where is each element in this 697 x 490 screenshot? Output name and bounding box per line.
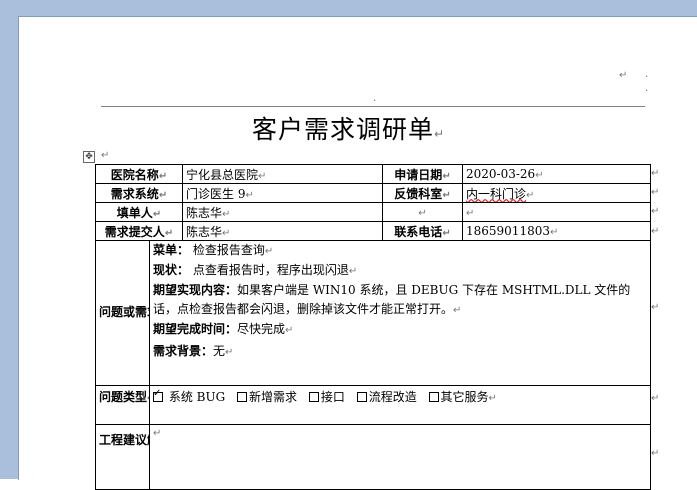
checkbox-icon[interactable] bbox=[356, 392, 367, 402]
header-para-mark-3: · bbox=[645, 86, 649, 97]
row-end-mark: ↵ bbox=[651, 448, 660, 459]
solution-content[interactable]: ↵ bbox=[149, 424, 651, 490]
table-row: 需求系统↵ 门诊医生 9↵ 反馈科室↵ 内一科门诊↵ bbox=[95, 183, 651, 203]
expect-line: 期望实现内容：如果客户端是 WIN10 系统，且 DEBUG 下存在 MSHTM… bbox=[153, 283, 631, 316]
checkbox-icon[interactable] bbox=[308, 392, 319, 402]
header-rule bbox=[101, 106, 645, 107]
document-title-text: 客户需求调研单 bbox=[251, 115, 434, 144]
phone-value[interactable]: 18659011803↵ bbox=[462, 221, 651, 241]
row-end-mark: ↵ bbox=[651, 393, 660, 404]
submitter-value[interactable]: 陈志华↵ bbox=[182, 221, 383, 241]
system-label: 需求系统↵ bbox=[95, 183, 183, 203]
row-end-mark: ↵ bbox=[651, 168, 660, 179]
row-end-mark: ↵ bbox=[651, 226, 660, 237]
problem-label: 问题或需求描述↵ bbox=[95, 240, 150, 386]
type-option-other[interactable]: 其它服务↵ bbox=[428, 388, 497, 405]
solution-label: 工程建议解决方案 bbox=[95, 424, 150, 490]
para-mark-above-table: ↵ bbox=[101, 150, 110, 161]
type-option-process[interactable]: 流程改造 bbox=[356, 388, 417, 405]
table-row: 问题类型↵ 系统 BUG 新增需求 接口 流程改造 其它服务↵ bbox=[95, 385, 651, 425]
dept-value[interactable]: 内一科门诊↵ bbox=[462, 183, 651, 203]
hospital-label: 医院名称↵ bbox=[95, 164, 183, 184]
table-row: 工程建议解决方案 ↵ bbox=[95, 424, 651, 490]
request-form-table: 医院名称↵ 宁化县总医院↵ 申请日期↵ 2020-03-26↵ 需求系统↵ 门诊… bbox=[95, 164, 651, 490]
dept-label: 反馈科室↵ bbox=[382, 183, 463, 203]
window-frame-left bbox=[0, 0, 18, 479]
document-title[interactable]: 客户需求调研单↵ bbox=[0, 110, 697, 146]
type-label: 问题类型↵ bbox=[95, 385, 150, 425]
row-end-mark: ↵ bbox=[651, 302, 660, 313]
header-para-mark-2: · bbox=[645, 72, 649, 83]
system-value[interactable]: 门诊医生 9↵ bbox=[182, 183, 383, 203]
apply-date-value[interactable]: 2020-03-26↵ bbox=[462, 164, 651, 184]
status-line: 现状： 点查看报告时，程序出现闪退↵ bbox=[153, 263, 358, 277]
phone-label: 联系电话↵ bbox=[382, 221, 463, 241]
checkbox-icon[interactable] bbox=[428, 392, 439, 402]
menu-line: 菜单： 检查报告查询↵ bbox=[153, 243, 274, 257]
checkbox-checked-icon[interactable] bbox=[153, 388, 163, 402]
background-line: 需求背景：无↵ bbox=[153, 344, 234, 358]
table-row: 填单人↵ 陈志华↵ ↵ ↵ bbox=[95, 202, 651, 222]
deadline-line: 期望完成时间：尽快完成↵ bbox=[153, 322, 294, 336]
filler-value[interactable]: 陈志华↵ bbox=[182, 202, 383, 222]
type-option-interface[interactable]: 接口 bbox=[308, 388, 345, 405]
type-option-bug[interactable]: 系统 BUG bbox=[153, 388, 225, 405]
hospital-value[interactable]: 宁化县总医院↵ bbox=[182, 164, 383, 184]
submitter-label: 需求提交人↵ bbox=[95, 221, 183, 241]
empty-label-cell[interactable]: ↵ bbox=[382, 202, 463, 222]
table-row: 医院名称↵ 宁化县总医院↵ 申请日期↵ 2020-03-26↵ bbox=[95, 164, 651, 184]
filler-label: 填单人↵ bbox=[95, 202, 183, 222]
type-options: 系统 BUG 新增需求 接口 流程改造 其它服务↵ bbox=[149, 385, 651, 425]
row-end-mark: ↵ bbox=[651, 206, 660, 217]
title-para-mark: ↵ bbox=[433, 127, 446, 141]
table-row: 需求提交人↵ 陈志华↵ 联系电话↵ 18659011803↵ bbox=[95, 221, 651, 241]
problem-content[interactable]: 菜单： 检查报告查询↵ 现状： 点查看报告时，程序出现闪退↵ 期望实现内容：如果… bbox=[149, 240, 651, 386]
table-row: 问题或需求描述↵ 菜单： 检查报告查询↵ 现状： 点查看报告时，程序出现闪退↵ … bbox=[95, 240, 651, 386]
row-end-mark: ↵ bbox=[651, 187, 660, 198]
type-option-new[interactable]: 新增需求 bbox=[237, 388, 297, 405]
table-move-handle-icon[interactable]: ✥ bbox=[83, 151, 95, 163]
window-frame-top bbox=[0, 0, 697, 16]
apply-date-label: 申请日期↵ bbox=[382, 164, 463, 184]
checkbox-icon[interactable] bbox=[237, 392, 247, 402]
empty-value-cell[interactable]: ↵ bbox=[462, 202, 651, 222]
header-para-mark: ↵ bbox=[619, 70, 628, 81]
